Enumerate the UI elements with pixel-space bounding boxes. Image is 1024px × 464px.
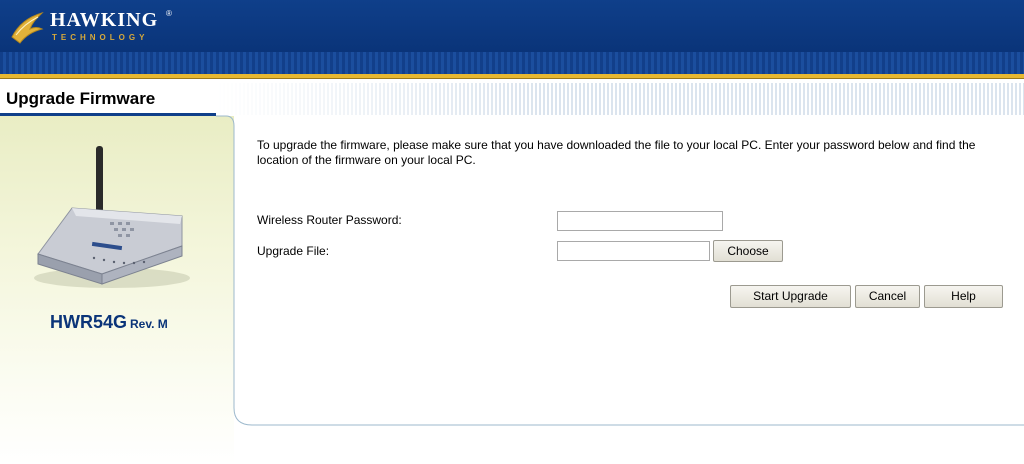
registered-mark: ® [166, 9, 172, 18]
cancel-button[interactable]: Cancel [855, 285, 920, 308]
model-name: HWR54G Rev. M [50, 312, 168, 333]
model-number: HWR54G [50, 312, 128, 332]
top-banner: HAWKING ® TECHNOLOGY [0, 0, 1024, 52]
intro-text: To upgrade the firmware, please make sur… [257, 138, 976, 167]
router-icon [34, 146, 190, 288]
start-upgrade-button[interactable]: Start Upgrade [730, 285, 851, 308]
model-revision: Rev. M [130, 317, 168, 331]
password-input[interactable] [557, 211, 723, 231]
hawking-logo: HAWKING ® TECHNOLOGY [8, 5, 178, 47]
page-title: Upgrade Firmware [6, 89, 156, 108]
header-stripe [0, 52, 1024, 74]
upgrade-file-input[interactable] [557, 241, 710, 261]
header-gold-rule [0, 74, 1024, 79]
choose-file-button[interactable]: Choose [713, 240, 783, 262]
upgrade-file-label: Upgrade File: [257, 244, 330, 258]
product-panel: HWR54G Rev. M [0, 116, 234, 464]
title-hatch [215, 83, 1024, 115]
hawk-icon [11, 11, 44, 44]
title-bar: Upgrade Firmware [0, 83, 1024, 115]
password-label: Wireless Router Password: [257, 213, 402, 227]
brand-tagline: TECHNOLOGY [52, 33, 149, 42]
brand-name: HAWKING [50, 9, 159, 31]
help-button[interactable]: Help [924, 285, 1003, 308]
